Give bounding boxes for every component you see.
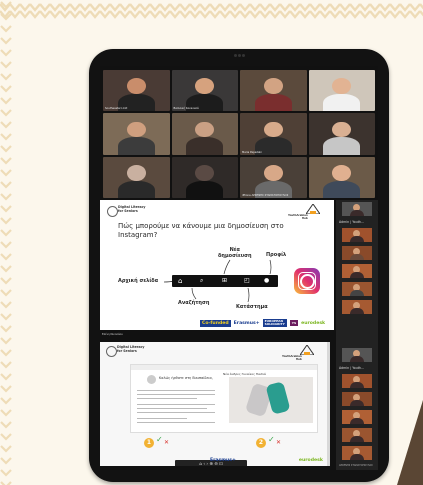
participant-tile[interactable]	[171, 156, 238, 198]
option-2-badge: 2	[256, 438, 266, 448]
erasmus-logo: Erasmus+	[210, 457, 236, 463]
erasmus-logo: Erasmus+	[233, 320, 260, 326]
search-icon: ⌕	[200, 277, 204, 284]
participant-body	[323, 93, 361, 112]
arrows	[163, 259, 272, 303]
eurodesk-logo: eurodesk	[301, 320, 326, 326]
braid-border	[0, 0, 12, 485]
participant-body	[254, 93, 292, 112]
participant-tile[interactable]	[308, 113, 375, 155]
name-tag: ΑΡΣΕΝΗΣ ΣΤΑΜΑΤΟΠΟΥΛΟΣ	[339, 464, 373, 467]
participant-tile[interactable]	[240, 70, 307, 112]
eurodesk-logo: eurodesk	[298, 457, 323, 463]
check-icon-2: ✓	[268, 435, 275, 444]
bag-icon: ◰	[244, 277, 250, 284]
browser-screenshot: Καλώς ήρθατε στη Βικιπαίδεια, Νέα Άνδρες…	[130, 364, 318, 433]
brand-name-2: Digital Literacy for Seniors	[117, 345, 145, 353]
participant-face	[195, 164, 215, 181]
participant-tile[interactable]: Maria Papadaki	[240, 113, 307, 155]
participant-body	[186, 137, 224, 155]
participant-body	[323, 180, 361, 198]
participant-tile[interactable]	[171, 113, 238, 155]
participant-sidebar: Admin | Youth... Admin | Youth... ΑΡΣΕΝΗ…	[336, 200, 378, 470]
participant-face	[332, 78, 352, 94]
participant-face	[126, 78, 146, 94]
participant-body	[117, 180, 155, 198]
brand-logo-icon	[106, 346, 117, 357]
participant-body	[117, 137, 155, 155]
instagram-tutorial-slide: Digital Literacy for Seniors YouthArabia…	[100, 200, 334, 330]
participant-face	[263, 121, 283, 138]
wikipedia-globe-icon	[147, 375, 156, 384]
eu-flag-logo: Co-funded	[200, 319, 231, 327]
participant-tile[interactable]	[103, 113, 170, 155]
participant-body	[186, 180, 224, 198]
zigzag-border	[0, 0, 423, 20]
participant-tile[interactable]: iPhone ΑΡΣΕΝΗΣ ΣΤΑΜΑΤΟΠΟΥΛΟΣ	[240, 156, 307, 198]
participant-face	[332, 164, 352, 181]
option-1-badge: 1	[144, 438, 154, 448]
admin-label-2: Admin | Youth...	[339, 366, 365, 370]
instagram-nav-bar: ⌂ ⌕ ⊞ ◰ ●	[172, 275, 278, 287]
wiki-title: Καλώς ήρθατε στη Βικιπαίδεια,	[159, 376, 213, 380]
participant-face	[195, 78, 215, 94]
participant-tile[interactable]: Βασιλική Σακκουλά	[171, 70, 238, 112]
participant-body	[323, 137, 361, 155]
partner-name-2: YouthArabian Hub	[282, 355, 302, 361]
home-icon: ⌂	[178, 277, 183, 285]
scrollbar[interactable]	[327, 342, 330, 466]
participant-name: Southeastern Ltd	[105, 107, 128, 111]
presenter-tag-1: Ελένη Νικολάου	[102, 333, 123, 336]
plus-icon: ⊞	[222, 277, 228, 284]
participant-tile[interactable]	[103, 156, 170, 198]
participant-tile[interactable]	[308, 70, 375, 112]
cross-icon: ✕	[164, 439, 170, 446]
cross-icon-2: ✕	[276, 439, 282, 446]
participant-name: Βασιλική Σακκουλά	[173, 107, 199, 111]
participant-face	[126, 121, 146, 138]
camera-icon	[234, 54, 245, 58]
participant-face	[126, 164, 146, 181]
shop-nav: Νέα Άνδρες Γυναίκες Παιδιά	[223, 372, 266, 376]
wikipedia-page: Καλώς ήρθατε στη Βικιπαίδεια,	[133, 372, 219, 429]
check-icon: ✓	[156, 435, 163, 444]
video-call-screen: Southeastern Ltd Βασιλική Σακκουλά Maria P…	[100, 66, 378, 470]
participant-tile[interactable]	[308, 156, 375, 198]
admin-label-1: Admin | Youth...	[339, 220, 365, 224]
participant-gallery: Southeastern Ltd Βασιλική Σακκουλά Maria P…	[103, 70, 375, 198]
participant-tile[interactable]: Southeastern Ltd	[103, 70, 170, 112]
corner-shadow	[397, 400, 423, 485]
participant-face	[263, 164, 283, 181]
partner-logo-icon	[300, 345, 314, 355]
ys-logo: YS	[289, 320, 299, 326]
participant-name: Maria Papadaki	[242, 150, 262, 154]
participant-face	[263, 78, 283, 94]
funding-logos-2: Erasmus+ eurodesk	[210, 455, 323, 465]
participant-face	[332, 121, 352, 138]
funding-logos: Co-funded Erasmus+ EUROPEAN SOLIDARITY Y…	[200, 318, 325, 328]
solidarity-logo: EUROPEAN SOLIDARITY	[262, 319, 287, 327]
web-comparison-slide: Digital Literacy for Seniors YouthArabia…	[100, 342, 330, 466]
instagram-logo-icon	[294, 268, 320, 294]
social-post-background: Southeastern Ltd Βασιλική Σακκουλά Maria P…	[0, 0, 423, 485]
participant-name: iPhone ΑΡΣΕΝΗΣ ΣΤΑΜΑΤΟΠΟΥΛΟΣ	[242, 193, 289, 197]
participant-face	[195, 121, 215, 138]
avatar-icon: ●	[264, 277, 270, 284]
tablet-device: Southeastern Ltd Βασιλική Σακκουλά Maria P…	[89, 49, 389, 482]
